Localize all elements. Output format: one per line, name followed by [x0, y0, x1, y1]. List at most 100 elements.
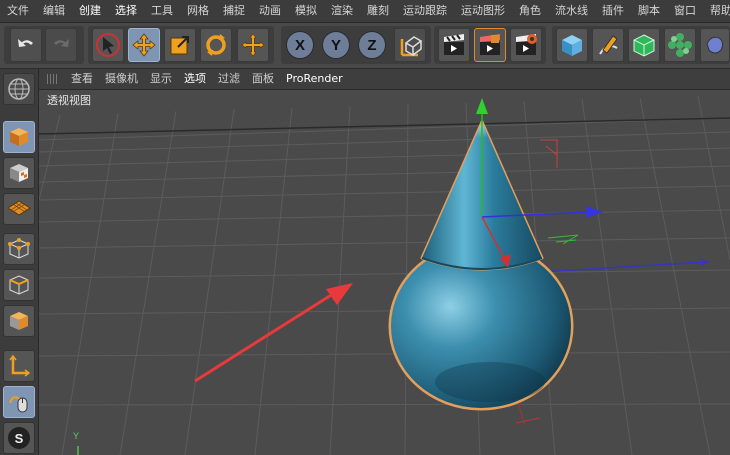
move-tool-button[interactable] — [128, 28, 160, 62]
menu-help[interactable]: 帮助 — [703, 0, 730, 22]
annotation-arrow-shaft — [194, 290, 337, 383]
texture-mode-button[interactable] — [3, 157, 35, 189]
snap-toggle-button[interactable]: S — [3, 422, 35, 454]
horizon-axis-line — [39, 117, 730, 135]
left-tool-palette: S — [0, 69, 39, 455]
model-mode-button[interactable] — [3, 121, 35, 153]
panel-grip[interactable] — [47, 74, 59, 84]
y-axis-lock-button[interactable]: Y — [322, 31, 350, 59]
annotation-arrow-head — [326, 283, 353, 305]
menu-mesh[interactable]: 网格 — [180, 0, 216, 22]
undo-icon — [18, 39, 33, 47]
gizmo-x-arrow — [586, 206, 603, 218]
menu-mograph[interactable]: 运动图形 — [454, 0, 512, 22]
cube-object-button[interactable] — [556, 28, 588, 62]
clapper-icon — [444, 34, 464, 55]
view-menu-prorender[interactable]: ProRender — [280, 69, 349, 89]
viewport-scene — [39, 95, 730, 455]
menu-tools[interactable]: 工具 — [144, 0, 180, 22]
polygons-mode-icon — [10, 312, 28, 330]
cloner-icon — [668, 33, 692, 57]
menu-file[interactable]: 文件 — [0, 0, 36, 22]
menu-simulate[interactable]: 模拟 — [288, 0, 324, 22]
redo-button[interactable] — [45, 28, 77, 62]
workplane-icon — [7, 200, 31, 216]
sphere-bottom-shadow — [435, 362, 545, 402]
snap-icon: S — [8, 427, 30, 449]
menu-pipeline[interactable]: 流水线 — [548, 0, 595, 22]
menu-window[interactable]: 窗口 — [667, 0, 703, 22]
edges-mode-icon — [9, 275, 29, 295]
deformer-button[interactable] — [700, 28, 730, 62]
select-arrow-icon — [96, 33, 120, 57]
axis-mode-button[interactable] — [3, 350, 35, 382]
menu-script[interactable]: 脚本 — [631, 0, 667, 22]
view-menu-cameras[interactable]: 摄像机 — [99, 69, 144, 89]
pen-icon — [599, 35, 618, 55]
axis-indicator-label: Y — [73, 431, 80, 441]
view-menu-view[interactable]: 查看 — [65, 69, 99, 89]
perspective-viewport[interactable] — [39, 90, 730, 455]
pen-spline-button[interactable] — [592, 28, 624, 62]
z-axis-lock-button[interactable]: Z — [358, 31, 386, 59]
viewport-title: 透视视图 — [44, 94, 94, 108]
tweak-mode-icon — [9, 396, 28, 413]
floor-grid — [39, 95, 730, 455]
points-mode-button[interactable] — [3, 233, 35, 265]
main-toolbar: X Y Z — [0, 23, 730, 69]
gizmo-y-arrow — [476, 98, 488, 114]
menu-render[interactable]: 渲染 — [324, 0, 360, 22]
menu-select[interactable]: 选择 — [108, 0, 144, 22]
points-mode-icon — [8, 238, 30, 259]
polygons-mode-button[interactable] — [3, 305, 35, 337]
menu-plugins[interactable]: 插件 — [595, 0, 631, 22]
cube-icon — [562, 35, 582, 56]
menu-bar: 文件 编辑 创建 选择 工具 网格 捕捉 动画 模拟 渲染 雕刻 运动跟踪 运动… — [0, 0, 730, 23]
teardrop-object[interactable] — [388, 120, 574, 411]
menu-character[interactable]: 角色 — [512, 0, 548, 22]
rotate-tool-button[interactable] — [200, 28, 232, 62]
render-view-button[interactable] — [438, 28, 470, 62]
make-editable-button[interactable] — [3, 73, 35, 105]
texture-mode-icon — [10, 164, 28, 182]
subdivision-surface-button[interactable] — [628, 28, 660, 62]
menu-sculpt[interactable]: 雕刻 — [360, 0, 396, 22]
render-settings-button[interactable] — [510, 28, 542, 62]
live-selection-icon — [241, 33, 265, 57]
menu-snap[interactable]: 捕捉 — [216, 0, 252, 22]
deformer-icon — [706, 36, 724, 54]
menu-motion-tracking[interactable]: 运动跟踪 — [396, 0, 454, 22]
render-settings-icon — [516, 34, 537, 55]
scale-tool-button[interactable] — [164, 28, 196, 62]
view-menu-display[interactable]: 显示 — [144, 69, 178, 89]
undo-button[interactable] — [10, 28, 42, 62]
world-red-axis-tick — [515, 417, 541, 424]
workplane-mode-button[interactable] — [3, 193, 35, 225]
menu-create[interactable]: 创建 — [72, 0, 108, 22]
viewport-menu-bar: 查看 摄像机 显示 选项 过滤 面板 ProRender — [39, 69, 730, 90]
axis-mode-icon — [9, 354, 31, 377]
annotation-arrow — [194, 283, 353, 383]
view-menu-panel[interactable]: 面板 — [246, 69, 280, 89]
x-axis-lock-button[interactable]: X — [286, 31, 314, 59]
select-tool-button[interactable] — [92, 28, 124, 62]
tweak-mode-button[interactable] — [3, 386, 35, 418]
move-icon — [132, 33, 156, 57]
globe-icon — [8, 78, 30, 100]
cloner-button[interactable] — [664, 28, 696, 62]
model-mode-icon — [10, 128, 28, 146]
menu-edit[interactable]: 编辑 — [36, 0, 72, 22]
edges-mode-button[interactable] — [3, 269, 35, 301]
gizmo-red-rotation-band — [540, 139, 558, 168]
render-to-picture-viewer-button[interactable] — [474, 28, 506, 62]
coordinate-system-button[interactable] — [394, 28, 426, 62]
redo-icon — [54, 39, 69, 47]
live-selection-button[interactable] — [237, 28, 269, 62]
rotate-icon — [206, 34, 226, 56]
view-menu-options[interactable]: 选项 — [178, 69, 212, 89]
gizmo-green-rotation-band — [547, 234, 579, 245]
view-menu-filter[interactable]: 过滤 — [212, 69, 246, 89]
clapper-icon — [480, 34, 500, 55]
menu-animate[interactable]: 动画 — [252, 0, 288, 22]
subdivision-icon — [633, 34, 655, 57]
